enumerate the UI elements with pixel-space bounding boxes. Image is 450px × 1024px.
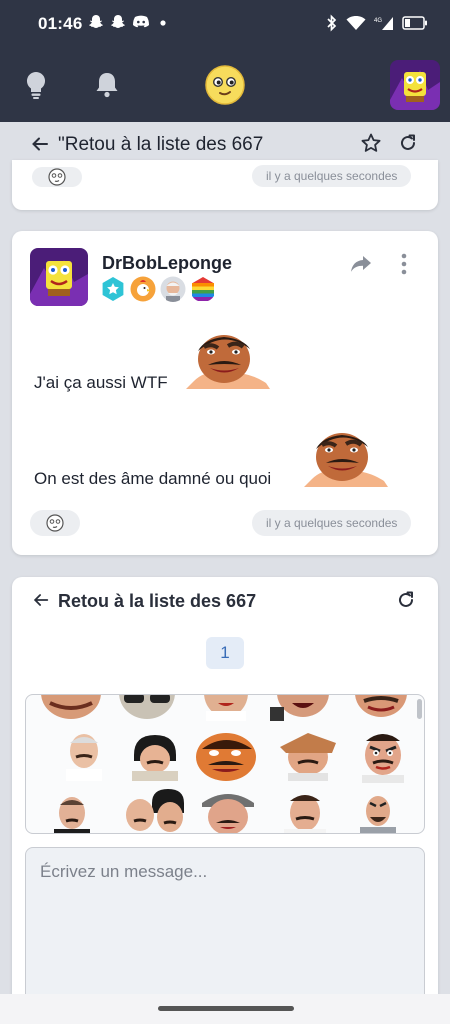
bluetooth-icon (326, 14, 338, 37)
status-time: 01:46 (38, 14, 83, 33)
snapchat-icon (110, 14, 126, 35)
system-icons: 4G (326, 14, 428, 37)
reaction-button[interactable] (32, 167, 82, 187)
rainbow-badge-icon[interactable] (190, 276, 216, 302)
sticker-image (186, 331, 270, 389)
sticker-image[interactable] (62, 731, 106, 781)
sticker-image[interactable] (196, 694, 256, 721)
forum-post: DrBobLeponge J'ai ça aussi WTF On est de… (12, 231, 438, 555)
4g-signal-icon: 4G (374, 15, 394, 36)
bulb-icon[interactable] (22, 70, 50, 100)
site-logo[interactable] (204, 64, 246, 106)
wifi-icon (346, 15, 366, 36)
back-arrow-icon[interactable] (32, 591, 50, 609)
topic-title[interactable]: "Retou à la liste des 667 (58, 134, 263, 156)
reaction-button[interactable] (30, 510, 80, 536)
more-options-icon[interactable] (397, 253, 411, 275)
refresh-icon[interactable] (398, 133, 418, 153)
smiley-icon (48, 168, 66, 186)
reply-panel: Retou à la liste des 667 1 Écrivez un me… (12, 577, 438, 1024)
sticker-image[interactable] (348, 694, 414, 721)
gesture-nav-bar (0, 994, 450, 1024)
snapchat-icon (88, 14, 104, 35)
page-button[interactable]: 1 (206, 637, 244, 669)
user-avatar[interactable] (390, 60, 440, 110)
sticker-image[interactable] (270, 694, 336, 721)
back-arrow-icon[interactable] (30, 134, 50, 154)
notification-icons (88, 14, 170, 35)
sticker-image[interactable] (356, 791, 400, 834)
post-text-line: On est des âme damné ou quoi (34, 469, 272, 488)
post-timestamp: il y a quelques secondes (252, 165, 412, 187)
sticker-image[interactable] (52, 793, 92, 834)
smiley-icon (46, 514, 64, 532)
sticker-image[interactable] (280, 791, 330, 834)
discord-icon (132, 14, 150, 35)
battery-icon (402, 15, 428, 36)
refresh-icon[interactable] (396, 590, 416, 610)
bell-icon[interactable] (92, 70, 122, 100)
old-man-badge-icon[interactable] (160, 276, 186, 302)
chicken-badge-icon[interactable] (130, 276, 156, 302)
user-badges (100, 276, 216, 302)
message-placeholder: Écrivez un message... (40, 862, 208, 881)
reply-topic-title[interactable]: Retou à la liste des 667 (58, 591, 256, 612)
post-author-avatar[interactable] (30, 248, 88, 306)
post-author-name[interactable]: DrBobLeponge (102, 253, 232, 274)
sticker-picker[interactable] (25, 694, 425, 834)
scrollbar[interactable] (417, 699, 422, 719)
svg-text:4G: 4G (374, 18, 382, 24)
dot-icon (156, 14, 170, 35)
share-icon[interactable] (349, 253, 373, 275)
top-bar (0, 50, 450, 122)
sticker-image[interactable] (36, 694, 106, 721)
sticker-image[interactable] (194, 731, 260, 783)
star-icon[interactable] (360, 132, 382, 154)
star-badge-icon[interactable] (100, 276, 126, 302)
post-timestamp: il y a quelques secondes (252, 510, 412, 536)
sticker-image[interactable] (356, 731, 410, 783)
sticker-image[interactable] (112, 694, 182, 721)
status-bar: 01:46 4G (0, 0, 450, 50)
sticker-image[interactable] (122, 789, 192, 834)
home-gesture-handle[interactable] (158, 1006, 294, 1011)
sticker-image[interactable] (278, 731, 338, 781)
sticker-image (304, 429, 388, 487)
sticker-image[interactable] (196, 789, 260, 834)
sticker-image[interactable] (128, 733, 182, 781)
post-text-line: J'ai ça aussi WTF (34, 373, 168, 392)
previous-post: il y a quelques secondes (12, 160, 438, 210)
